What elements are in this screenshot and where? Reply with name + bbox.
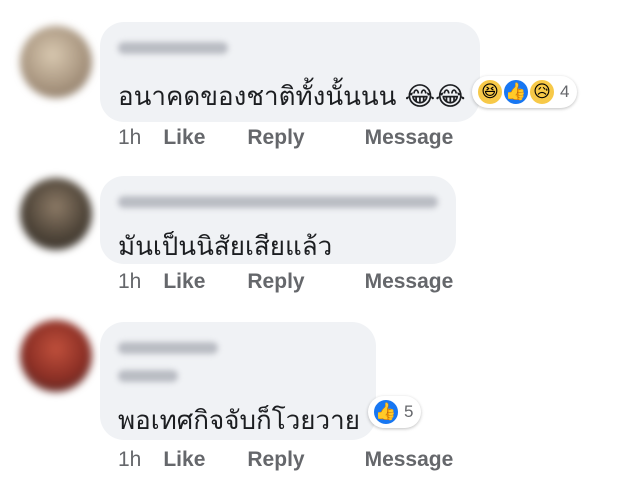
reply-button[interactable]: Reply xyxy=(247,270,304,294)
avatar[interactable] xyxy=(20,26,92,98)
commenter-name[interactable] xyxy=(118,342,218,354)
comment-text: อนาคดของชาติทั้งนั้นนน 😂😂 xyxy=(118,76,465,117)
comment-actions: 1h Like Reply Message xyxy=(118,448,495,472)
reply-button[interactable]: Reply xyxy=(247,448,304,472)
reply-button[interactable]: Reply xyxy=(247,126,304,150)
reaction-summary[interactable]: 😆 👍 😥 4 xyxy=(472,76,578,108)
comment-text-content: มันเป็นนิสัยเสียแล้ว xyxy=(118,232,333,262)
message-button[interactable]: Message xyxy=(365,448,454,472)
avatar[interactable] xyxy=(20,320,92,392)
reaction-count: 4 xyxy=(560,82,570,101)
commenter-name[interactable] xyxy=(118,196,438,208)
like-button[interactable]: Like xyxy=(163,270,205,294)
comment-text-content: อนาคดของชาติทั้งนั้นนน xyxy=(118,82,397,112)
avatar[interactable] xyxy=(20,178,92,250)
like-react-icon: 👍 xyxy=(372,398,400,426)
comment-actions: 1h Like Reply Message xyxy=(118,270,495,294)
like-react-icon: 👍 xyxy=(502,78,530,106)
reaction-count: 5 xyxy=(404,402,414,421)
commenter-badge xyxy=(118,370,178,382)
message-button[interactable]: Message xyxy=(365,126,454,150)
reaction-summary[interactable]: 👍 5 xyxy=(368,396,422,428)
comment-actions: 1h Like Reply Message xyxy=(118,126,495,150)
sad-react-icon: 😥 xyxy=(528,78,556,106)
commenter-name[interactable] xyxy=(118,42,228,54)
timestamp[interactable]: 1h xyxy=(118,448,141,472)
like-button[interactable]: Like xyxy=(163,126,205,150)
message-button[interactable]: Message xyxy=(365,270,454,294)
timestamp[interactable]: 1h xyxy=(118,126,141,150)
comment-text-content: พอเทศกิจจับก็โวยวาย xyxy=(118,406,360,436)
comment-text: พอเทศกิจจับก็โวยวาย xyxy=(118,400,360,441)
comment-text: มันเป็นนิสัยเสียแล้ว xyxy=(118,226,332,267)
laughing-emoji: 😂😂 xyxy=(404,82,466,112)
haha-react-icon: 😆 xyxy=(476,78,504,106)
like-button[interactable]: Like xyxy=(163,448,205,472)
timestamp[interactable]: 1h xyxy=(118,270,141,294)
